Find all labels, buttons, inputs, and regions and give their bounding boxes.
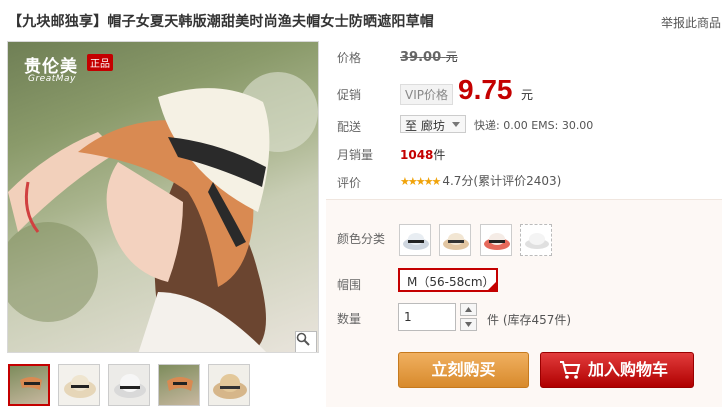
shipping-fees: 快递: 0.00 EMS: 30.00 — [474, 119, 594, 132]
monthly-sales-label: 月销量 — [337, 148, 374, 162]
price-label: 价格 — [337, 51, 362, 65]
monthly-sales-unit: 件 — [433, 148, 446, 162]
current-price-unit: 元 — [521, 88, 534, 102]
buy-now-button[interactable]: 立刻购买 — [398, 352, 529, 388]
monthly-sales-count: 1048 — [400, 148, 434, 162]
thumbnail-2[interactable] — [58, 364, 100, 406]
quantity-increase-button[interactable] — [460, 303, 477, 316]
rating-text: 4.7分(累计评价2403) — [442, 174, 562, 188]
color-label: 颜色分类 — [337, 232, 386, 246]
color-swatch-3[interactable] — [480, 224, 512, 256]
quantity-label: 数量 — [337, 312, 362, 326]
shipping-destination-select[interactable]: 至 廊坊 — [400, 115, 466, 133]
color-swatch-4[interactable] — [520, 224, 552, 256]
size-label: 帽围 — [337, 278, 362, 292]
promo-label: 促销 — [337, 88, 362, 102]
selected-check-icon — [488, 282, 496, 290]
brand-subtitle: GreatMay — [28, 74, 76, 84]
product-photo — [8, 72, 318, 352]
original-price: 39.00 元 — [400, 50, 458, 65]
shipping-destination-value: 至 廊坊 — [405, 119, 445, 133]
thumbnail-3[interactable] — [108, 364, 150, 406]
product-title: 【九块邮独享】帽子女夏天韩版潮甜美时尚渔夫帽女士防晒遮阳草帽 — [8, 14, 434, 30]
chevron-down-icon — [452, 122, 460, 127]
current-price: 9.75 — [458, 74, 513, 105]
quantity-decrease-button[interactable] — [460, 318, 477, 331]
rating-label: 评价 — [337, 176, 362, 190]
shopping-cart-icon — [560, 361, 581, 379]
quantity-input[interactable]: 1 — [398, 303, 456, 331]
add-to-cart-button[interactable]: 加入购物车 — [540, 352, 694, 388]
product-main-image[interactable]: 贵伦美 正品 GreatMay — [7, 41, 319, 353]
report-link[interactable]: 举报此商品 — [661, 14, 721, 31]
thumbnail-1[interactable] — [8, 364, 50, 406]
thumbnail-strip — [8, 364, 250, 406]
size-option-selected[interactable]: M（56-58cm） — [398, 268, 498, 292]
stock-info: 件 (库存457件) — [487, 313, 572, 327]
rating-summary[interactable]: ★★★★★ 4.7分(累计评价2403) — [400, 172, 561, 189]
price-unit: 元 — [445, 50, 458, 64]
color-swatch-1[interactable] — [399, 224, 431, 256]
star-rating-icon: ★★★★★ — [400, 175, 441, 188]
shipping-label: 配送 — [337, 120, 362, 134]
add-to-cart-label: 加入购物车 — [588, 360, 669, 379]
brand-badge: 正品 — [87, 54, 113, 71]
size-option-value: M（56-58cm） — [407, 275, 495, 289]
thumbnail-5[interactable] — [208, 364, 250, 406]
zoom-icon[interactable] — [295, 331, 317, 352]
vip-price-tag: VIP价格 — [400, 84, 453, 105]
color-swatch-2[interactable] — [439, 224, 471, 256]
thumbnail-4[interactable] — [158, 364, 200, 406]
monthly-sales: 1048件 — [400, 146, 445, 163]
